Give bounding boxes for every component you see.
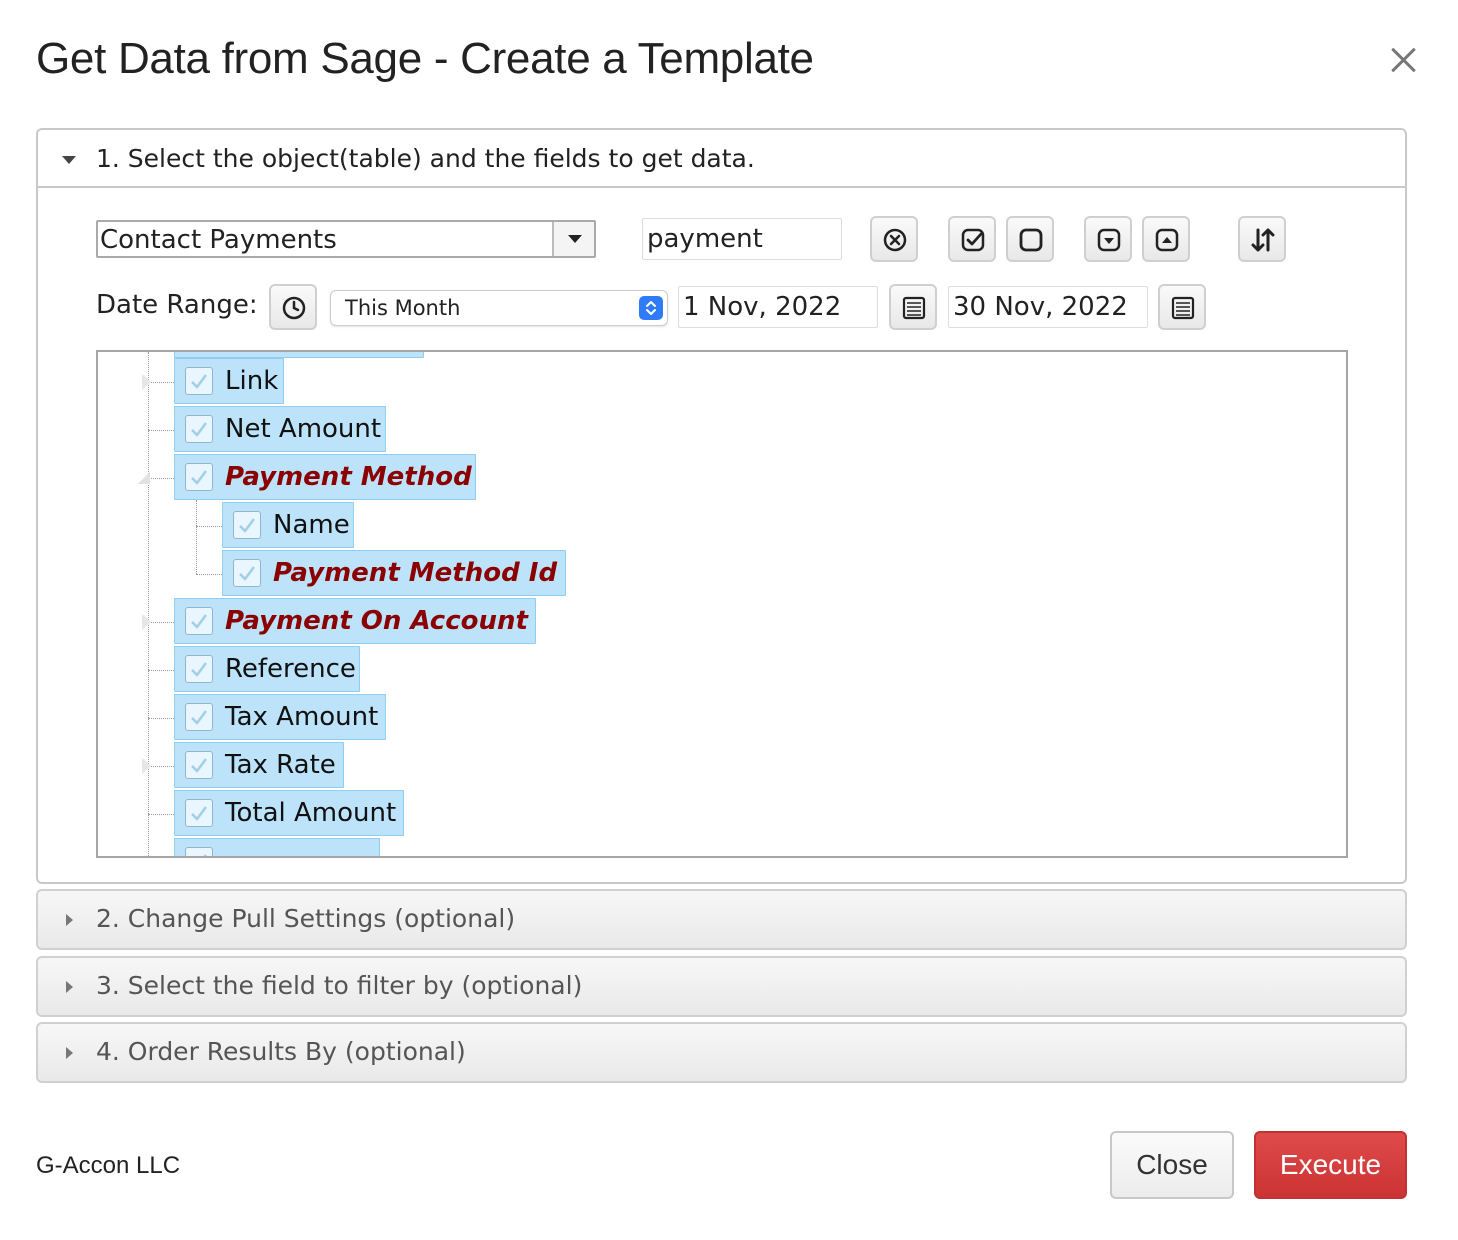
tree-node[interactable] <box>174 838 380 856</box>
node-checkbox[interactable] <box>233 559 261 587</box>
tree-node[interactable]: Tax Amount <box>174 694 386 740</box>
tree-connector <box>148 478 174 479</box>
tree-node[interactable] <box>174 352 424 358</box>
collapse-triangle-icon <box>62 156 76 164</box>
field-tree[interactable]: Link Net Amount Payment Method Name Paym… <box>96 350 1348 858</box>
object-select-value: Contact Payments <box>100 225 337 255</box>
collapse-node-icon[interactable] <box>138 472 150 484</box>
node-checkbox[interactable] <box>185 751 213 779</box>
node-checkbox[interactable] <box>185 415 213 443</box>
section-1-header[interactable]: 1. Select the object(table) and the fiel… <box>38 130 1405 188</box>
close-button[interactable]: Close <box>1110 1131 1234 1199</box>
close-dialog-icon[interactable] <box>1384 42 1422 80</box>
dropdown-arrow-icon[interactable] <box>552 222 594 256</box>
field-search-input[interactable] <box>642 218 842 260</box>
dialog-title: Get Data from Sage - Create a Template <box>36 34 814 83</box>
node-label: Total Amount <box>225 798 397 828</box>
expand-node-icon[interactable] <box>142 374 151 390</box>
section-filter-field[interactable]: 3. Select the field to filter by (option… <box>36 956 1407 1017</box>
execute-button[interactable]: Execute <box>1254 1131 1407 1199</box>
node-checkbox[interactable] <box>185 607 213 635</box>
node-label: Net Amount <box>225 414 382 444</box>
expand-triangle-icon <box>66 981 73 993</box>
date-from-calendar-button[interactable] <box>889 284 937 330</box>
collapse-all-icon <box>1155 228 1179 252</box>
clear-search-icon <box>883 228 907 252</box>
date-range-label: Date Range: <box>96 290 258 320</box>
check-all-button[interactable] <box>948 216 996 262</box>
node-label: Payment Method Id <box>273 558 558 588</box>
node-checkbox[interactable] <box>185 655 213 683</box>
tree-node[interactable]: Link <box>174 358 284 404</box>
node-checkbox[interactable] <box>185 367 213 395</box>
tree-connector <box>148 766 174 767</box>
expand-all-icon <box>1097 228 1121 252</box>
uncheck-all-icon <box>1019 228 1043 252</box>
tree-connector <box>196 500 197 574</box>
tree-node[interactable]: Payment Method Id <box>222 550 566 596</box>
node-checkbox[interactable] <box>233 511 261 539</box>
period-select-value: This Month <box>345 296 461 320</box>
expand-all-button[interactable] <box>1084 216 1132 262</box>
calendar-icon <box>902 296 926 320</box>
tree-connector <box>196 574 222 575</box>
node-label: Tax Rate <box>225 750 336 780</box>
sort-button[interactable] <box>1238 216 1286 262</box>
node-checkbox[interactable] <box>185 847 213 856</box>
clear-search-button[interactable] <box>870 216 918 262</box>
calendar-icon <box>1171 296 1195 320</box>
brand-label: G-Accon LLC <box>36 1152 181 1179</box>
date-from-input[interactable] <box>678 286 878 328</box>
tree-connector <box>148 622 174 623</box>
tree-connector <box>148 670 174 671</box>
tree-node[interactable]: Net Amount <box>174 406 386 452</box>
object-select[interactable]: Contact Payments <box>96 220 596 258</box>
tree-node[interactable]: Reference <box>174 646 360 692</box>
tree-connector <box>148 382 174 383</box>
node-checkbox[interactable] <box>185 799 213 827</box>
node-label: Payment Method <box>225 462 472 492</box>
tree-node[interactable]: Payment Method <box>174 454 476 500</box>
expand-triangle-icon <box>66 914 73 926</box>
tree-connector <box>148 718 174 719</box>
expand-triangle-icon <box>66 1047 73 1059</box>
check-all-icon <box>961 228 985 252</box>
period-select[interactable]: This Month <box>330 290 668 326</box>
section-4-title: 4. Order Results By (optional) <box>96 1037 466 1066</box>
select-stepper-icon <box>639 296 663 320</box>
tree-node[interactable]: Total Amount <box>174 790 404 836</box>
section-order-results[interactable]: 4. Order Results By (optional) <box>36 1022 1407 1083</box>
period-clock-button[interactable] <box>269 284 317 330</box>
expand-node-icon[interactable] <box>142 614 151 630</box>
section-2-title: 2. Change Pull Settings (optional) <box>96 904 516 933</box>
tree-connector <box>148 430 174 431</box>
section-select-object: 1. Select the object(table) and the fiel… <box>36 128 1407 884</box>
tree-node[interactable]: Tax Rate <box>174 742 344 788</box>
node-label: Payment On Account <box>225 606 528 636</box>
section-3-title: 3. Select the field to filter by (option… <box>96 971 583 1000</box>
node-checkbox[interactable] <box>185 463 213 491</box>
node-label: Name <box>273 510 350 540</box>
node-label: Link <box>225 366 279 396</box>
collapse-all-button[interactable] <box>1142 216 1190 262</box>
node-label: Reference <box>225 654 356 684</box>
section-1-title: 1. Select the object(table) and the fiel… <box>96 144 755 173</box>
tree-node[interactable]: Payment On Account <box>174 598 536 644</box>
sort-icon <box>1251 228 1275 252</box>
tree-connector <box>148 352 149 856</box>
expand-node-icon[interactable] <box>142 758 151 774</box>
uncheck-all-button[interactable] <box>1006 216 1054 262</box>
clock-icon <box>282 296 306 320</box>
tree-connector <box>148 814 174 815</box>
node-checkbox[interactable] <box>185 703 213 731</box>
date-to-calendar-button[interactable] <box>1158 284 1206 330</box>
section-pull-settings[interactable]: 2. Change Pull Settings (optional) <box>36 889 1407 950</box>
node-label: Tax Amount <box>225 702 379 732</box>
tree-connector <box>196 526 222 527</box>
date-to-input[interactable] <box>948 286 1148 328</box>
tree-node[interactable]: Name <box>222 502 354 548</box>
